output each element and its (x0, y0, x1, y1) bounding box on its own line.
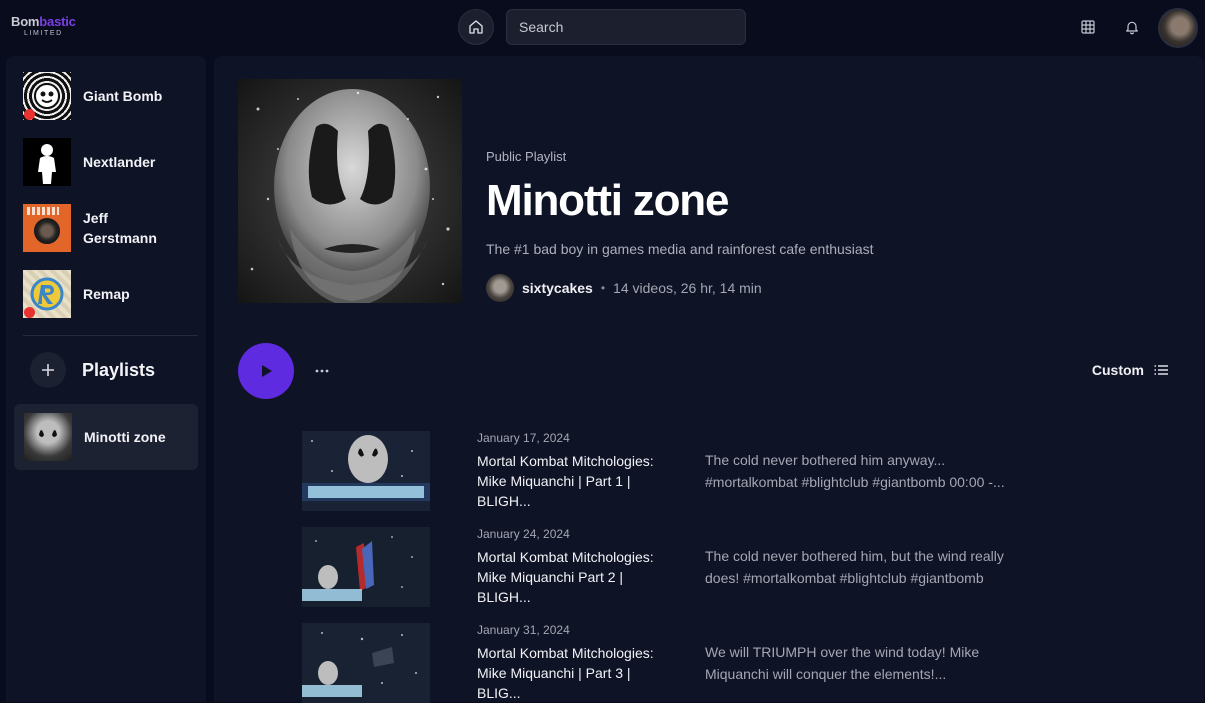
video-description: The cold never bothered him, but the win… (705, 548, 1004, 586)
video-thumbnail-image (302, 527, 430, 607)
playlist-description: The #1 bad boy in games media and rainfo… (486, 241, 874, 257)
cover-portrait-image (238, 79, 462, 303)
add-playlist-button[interactable] (30, 352, 66, 388)
table-icon (1081, 20, 1095, 34)
owner-avatar[interactable] (486, 274, 514, 302)
playlist-stats: 14 videos, 26 hr, 14 min (613, 280, 762, 296)
video-thumbnail[interactable] (302, 623, 430, 703)
brand-name: Bombastic (11, 15, 76, 29)
user-avatar[interactable] (1158, 8, 1198, 48)
plus-icon (42, 364, 54, 376)
sidebar-item-remap[interactable]: Remap (23, 270, 173, 318)
owner-name-link[interactable]: sixtycakes (522, 280, 593, 296)
home-button[interactable] (458, 9, 494, 45)
sidebar-playlist-minotti-zone[interactable]: Minotti zone (14, 404, 198, 470)
video-row[interactable]: January 24, 2024 Mortal Kombat Mitcholog… (302, 509, 1102, 607)
playlist-cover (238, 79, 462, 303)
channel-thumbnail (23, 138, 71, 186)
more-options-button[interactable] (312, 361, 332, 381)
sidebar-item-label: Nextlander (83, 154, 156, 170)
playlist-thumbnail (24, 413, 72, 461)
video-description: The cold never bothered him anyway... #m… (705, 452, 1005, 490)
video-title-link[interactable]: Mortal Kombat Mitchologies: Mike Miquanc… (477, 451, 655, 511)
video-thumbnail[interactable] (302, 431, 430, 511)
playlist-title: Minotti zone (486, 176, 729, 225)
playlist-visibility: Public Playlist (486, 149, 567, 164)
sidebar-item-label: Remap (83, 286, 130, 302)
video-title-link[interactable]: Mortal Kombat Mitchologies: Mike Miquanc… (477, 547, 655, 607)
list-sort-icon (1154, 365, 1168, 375)
brand-logo[interactable]: Bombastic LIMITED (11, 15, 76, 38)
video-date: January 24, 2024 (477, 527, 570, 541)
video-row[interactable]: January 31, 2024 Mortal Kombat Mitcholog… (302, 605, 1102, 703)
video-date: January 31, 2024 (477, 623, 570, 637)
channel-thumbnail (23, 270, 71, 318)
astronaut-silhouette-icon (38, 144, 56, 184)
video-thumbnail-image (302, 431, 430, 511)
video-date: January 17, 2024 (477, 431, 570, 445)
sidebar-item-label: Minotti zone (84, 429, 166, 445)
home-icon (469, 20, 483, 34)
play-button[interactable] (238, 343, 294, 399)
live-indicator (24, 109, 35, 120)
face-paint-icon (39, 430, 57, 437)
video-title-link[interactable]: Mortal Kombat Mitchologies: Mike Miquanc… (477, 643, 655, 703)
playlists-title: Playlists (82, 359, 156, 380)
main-panel: Public Playlist Minotti zone The #1 bad … (214, 56, 1204, 703)
brand-subtitle: LIMITED (24, 30, 63, 37)
channel-thumbnail (23, 72, 71, 120)
playlists-header: Playlists (30, 352, 155, 388)
sidebar-item-label: Jeff Gerstmann (83, 210, 157, 246)
search-input[interactable] (506, 9, 746, 45)
live-indicator (24, 307, 35, 318)
sort-label: Custom (1091, 362, 1144, 378)
video-row[interactable]: January 17, 2024 Mortal Kombat Mitcholog… (302, 413, 1102, 511)
brand-name-part-a: Bom (11, 14, 40, 29)
notifications-button[interactable] (1123, 18, 1141, 36)
sidebar-item-label: Giant Bomb (83, 88, 163, 104)
sidebar-item-jeff-gerstmann[interactable]: Jeff Gerstmann (23, 204, 173, 252)
brand-name-part-b: bastic (39, 14, 76, 29)
show-logo-banner (27, 207, 59, 215)
ellipsis-icon (315, 369, 329, 373)
top-bar: Bombastic LIMITED (0, 0, 1205, 56)
grid-view-button[interactable] (1079, 18, 1097, 36)
host-portrait (34, 218, 60, 244)
sidebar: Giant Bomb Nextlander Jeff Gerstmann Rem… (6, 56, 206, 702)
sort-button[interactable]: Custom (1092, 362, 1168, 378)
sidebar-item-giant-bomb[interactable]: Giant Bomb (23, 72, 173, 120)
video-thumbnail[interactable] (302, 527, 430, 607)
video-thumbnail-image (302, 623, 430, 703)
bell-icon (1126, 21, 1138, 35)
separator-dot: • (600, 281, 606, 295)
channel-thumbnail (23, 204, 71, 252)
video-description: We will TRIUMPH over the wind today! Mik… (705, 644, 980, 682)
play-icon (262, 365, 272, 377)
playlist-owner-row: sixtycakes • 14 videos, 26 hr, 14 min (486, 274, 762, 302)
sidebar-item-nextlander[interactable]: Nextlander (23, 138, 173, 186)
sidebar-divider (23, 335, 198, 336)
